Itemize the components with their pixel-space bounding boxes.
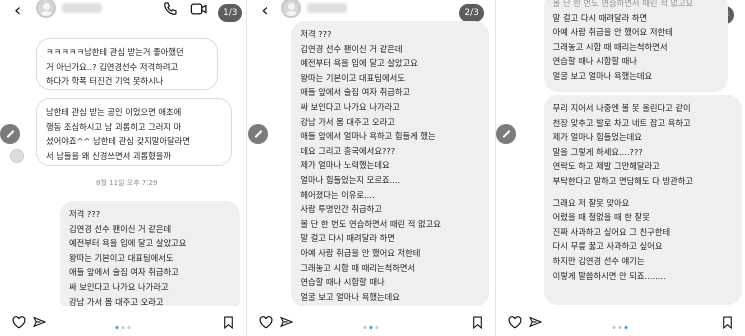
blurred-username <box>62 3 102 13</box>
post-action-bar <box>0 306 247 336</box>
dm-panel-1: ‹ 1/3 ㅋㅋㅋㅋㅋ남한테 관심 받는거 좋아했던 거 아닌가요..? 김연경… <box>0 0 247 336</box>
heart-icon[interactable] <box>12 316 26 329</box>
post-action-bar <box>247 306 495 336</box>
carousel-dots <box>612 326 628 329</box>
message-line: 그래놓고 시합 때 때리는척하면서 <box>552 41 668 52</box>
blurred-username <box>307 3 348 13</box>
message-line: 행동 조심하시고 남 괴롭히고 그러지 마 <box>46 121 182 132</box>
message-line: 말 걸고 다시 때려달라 하면 <box>300 233 395 244</box>
message-line: 얼굴 보고 얼마나 욕했는데요 <box>300 291 400 302</box>
video-call-icon[interactable] <box>190 1 208 17</box>
message-line: 어렸을 때 철없을 때 한 잘못 <box>552 212 650 223</box>
message-line: 저격 ??? <box>69 209 101 219</box>
message-line: 제가 얼마나 노력했는데요 <box>300 160 390 171</box>
bookmark-icon[interactable] <box>223 316 234 329</box>
avatar[interactable] <box>281 0 302 18</box>
message-line: 부탁한다고 말하고 면담해도 다 방관하고 <box>552 175 693 186</box>
screenshot-collage: ‹ 1/3 ㅋㅋㅋㅋㅋ남한테 관심 받는거 좋아했던 거 아닌가요..? 김연경… <box>0 0 745 336</box>
message-timestamp: 8월 11일 오후 7:29 <box>96 179 158 187</box>
message-bubble: 남한테 관심 받는 공인 이었으면 애초에 행동 조심하시고 남 괴롭히고 그러… <box>36 98 232 166</box>
page-indicator: 2/3 <box>459 4 484 22</box>
message-line: 아예 사람 취급을 안 했어요 저한테 <box>300 247 421 258</box>
message-line: 제가 얼마나 힘들었는데요 <box>552 132 642 143</box>
message-line: 왕따는 기본이고 대표팀에서도 <box>69 252 174 263</box>
back-arrow-icon[interactable]: ‹ <box>14 1 21 21</box>
message-line: 사람 투명인간 취급하고 <box>300 204 382 215</box>
carousel-dots <box>115 326 131 329</box>
message-line: 거 아닌가요..? 김연경선수 저격하려고 <box>46 61 179 72</box>
post-action-bar <box>495 306 745 336</box>
send-icon[interactable] <box>33 316 46 329</box>
message-line: 애들 앞에서 술집 여자 취급하고 <box>300 87 411 98</box>
bookmark-icon[interactable] <box>472 316 483 329</box>
message-line: 데요 그리고 흥국에서요??? <box>300 145 396 156</box>
message-bubble: 볼 단 한 번도 연습하면서 때린 적 없고요 말 걸고 다시 때려달라 하면 … <box>543 0 728 92</box>
back-arrow-icon[interactable]: ‹ <box>261 1 268 21</box>
message-line: 예전부터 욕을 입에 달고 살았고요 <box>69 238 187 249</box>
message-line: 저격 ??? <box>300 29 332 39</box>
message-line: 애들 앞에서 술집 여자 취급하고 <box>69 267 179 278</box>
message-line: 그래놓고 시합 때 때리는척하면서 <box>300 262 416 273</box>
message-line: 왕따는 기본이고 대표팀에서도 <box>300 72 405 83</box>
message-line: 강남 가서 몸 대주고 오라고 <box>300 116 395 127</box>
message-line: 하지만 김연경 선수 얘기는 <box>552 255 645 266</box>
message-line: 김연경 선수 팬이신 거 같은데 <box>300 43 403 54</box>
message-line: 아예 사람 취급을 안 했어요 저한테 <box>552 27 673 38</box>
message-line: 연습할 때나 시합할 때나 <box>552 56 637 67</box>
compose-icon[interactable] <box>0 124 20 144</box>
message-bubble: 저격 ??? 김연경 선수 팬이신 거 같은데 예전부터 욕을 입에 달고 살았… <box>60 201 240 313</box>
message-line: 얼마나 힘들었는지 모르죠.... <box>300 174 401 185</box>
compose-icon[interactable] <box>248 124 269 144</box>
send-icon[interactable] <box>528 316 542 329</box>
dm-panel-2: ‹ 2/3 저격 ??? 김연경 선수 팬이신 거 같은데 예전부터 욕을 입에… <box>247 0 495 336</box>
message-line: 다시 무릎 꿇고 사과하고 싶어요 <box>552 241 663 252</box>
message-line: 연습할 때나 시합할 때나 <box>300 277 385 288</box>
heart-icon[interactable] <box>508 316 522 329</box>
message-line: 셨어야죠^^ 남한테 관심 갖지말아달라면 <box>46 136 190 147</box>
message-line: 싸 보인다고 나가요 나가라고 <box>69 281 169 292</box>
message-line: 하다가 학폭 터진건 기억 못하시나 <box>46 76 164 87</box>
message-line: 헤어졌다는 이유로.... <box>300 189 375 200</box>
message-spacer <box>553 189 733 196</box>
phone-icon[interactable] <box>162 1 178 17</box>
message-line: 이렇게 말씀하시면 안 되죠........ <box>552 270 666 281</box>
message-line: 싸 보인다고 나가요 나가라고 <box>300 101 400 112</box>
message-line: 남한테 관심 받는 공인 이었으면 애초에 <box>46 107 182 117</box>
message-line: ㅋㅋㅋㅋㅋ남한테 관심 받는거 좋아했던 <box>46 47 184 57</box>
message-line: 말 걸고 다시 때려달라 하면 <box>552 12 648 23</box>
message-line: 볼 단 한 번도 연습하면서 때린 적 없고요 <box>552 0 694 8</box>
bookmark-icon[interactable] <box>722 316 733 329</box>
message-line: 볼 단 한 번도 연습하면서 때린 적 없고요 <box>300 218 441 229</box>
heart-icon[interactable] <box>259 316 273 329</box>
chat-header: ‹ 1/3 <box>0 0 246 26</box>
message-line: 연락도 하고 제발 그만해달라고 <box>552 161 660 172</box>
message-line: 그래요 저 잘못 맞아요 <box>552 197 630 208</box>
message-line: 얼굴 보고 얼마나 욕했는데요 <box>552 70 653 81</box>
message-line: 예전부터 욕을 입에 달고 살았고요 <box>300 58 418 69</box>
message-line: 무리 지어서 나중엔 볼 못 올린다고 같이 <box>552 103 691 113</box>
message-line: 김연경 선수 팬이신 거 같은데 <box>69 223 172 234</box>
message-bubble: 저격 ??? 김연경 선수 팬이신 거 같은데 예전부터 욕을 입에 달고 살았… <box>291 21 490 307</box>
dm-panel-3: 3/3 볼 단 한 번도 연습하면서 때린 적 없고요 말 걸고 다시 때려달라… <box>495 0 745 336</box>
message-line: 서 남들을 왜 신경쓰면서 괴롭혔을까 <box>46 150 172 161</box>
message-line: 천장 맞추고 발로 차고 네트 잡고 욕하고 <box>552 117 691 128</box>
message-line: 말을 그렇게 하세요....??? <box>552 146 643 157</box>
compose-icon[interactable] <box>495 124 516 144</box>
sender-avatar <box>10 149 24 163</box>
message-line: 진짜 사과하고 싶어요 그 친구한테 <box>552 226 671 237</box>
avatar[interactable] <box>36 0 56 18</box>
message-bubble: 무리 지어서 나중엔 볼 못 올린다고 같이 천장 맞추고 발로 차고 네트 잡… <box>543 95 742 305</box>
send-icon[interactable] <box>280 316 294 329</box>
message-line: 애들 앞에서 얼마나 욕하고 힘들게 했는 <box>300 131 436 142</box>
carousel-dots <box>363 326 379 329</box>
message-bubble: ㅋㅋㅋㅋㅋ남한테 관심 받는거 좋아했던 거 아닌가요..? 김연경선수 저격하… <box>36 38 218 90</box>
page-indicator: 1/3 <box>218 4 243 22</box>
